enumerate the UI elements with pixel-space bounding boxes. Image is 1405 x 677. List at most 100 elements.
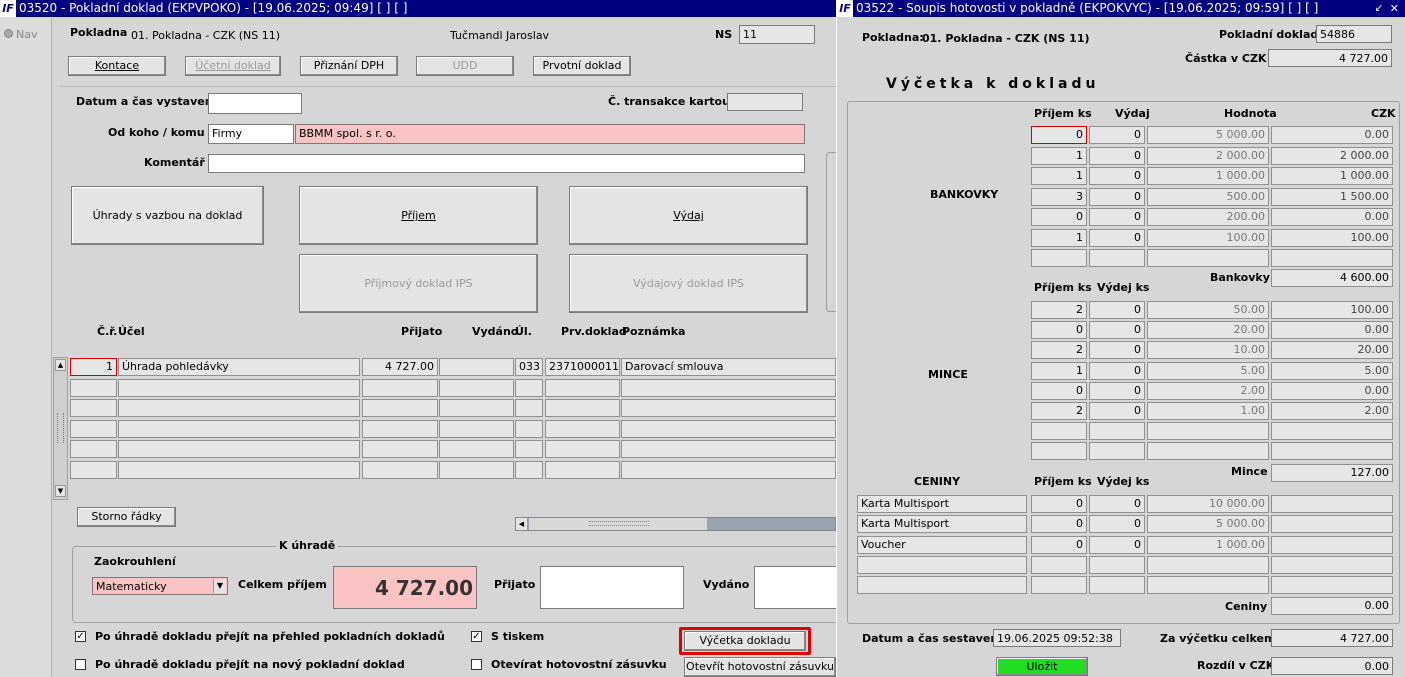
mince-vydaj-cell[interactable] <box>1089 442 1145 461</box>
table-cell[interactable] <box>515 419 543 438</box>
table-cell[interactable] <box>70 399 117 418</box>
datum-sestaveni-field[interactable]: 19.06.2025 09:52:38 <box>993 629 1121 647</box>
bankovky-vydaj-cell[interactable]: 0 <box>1089 208 1145 226</box>
chk-prehled[interactable]: ✓ <box>75 631 86 642</box>
table-cell[interactable] <box>70 461 117 479</box>
ceniny-vydaj-cell[interactable]: 0 <box>1089 495 1145 513</box>
prijmovy-ips-button[interactable]: Příjmový doklad IPS <box>299 254 538 313</box>
bankovky-vydaj-cell[interactable]: 0 <box>1089 146 1145 165</box>
table-cell[interactable] <box>362 378 438 397</box>
table-cell-poznamka[interactable]: Darovací smlouva <box>621 358 836 376</box>
od-koho-type-field[interactable]: Firmy <box>208 124 294 144</box>
table-cell[interactable] <box>621 399 836 418</box>
kontace-button[interactable]: Kontace <box>68 56 166 76</box>
bankovky-prijem-cell[interactable]: 1 <box>1031 146 1087 165</box>
scroll-up-icon[interactable]: ▲ <box>55 359 66 371</box>
table-cell-prijato[interactable]: 4 727.00 <box>362 358 438 376</box>
close-icon[interactable]: ✕ <box>1390 0 1399 17</box>
scroll-left-icon[interactable]: ◀ <box>516 518 528 530</box>
vydajovy-ips-button[interactable]: Výdajový doklad IPS <box>569 254 808 313</box>
table-cell-vydano[interactable] <box>439 358 514 376</box>
table-cell[interactable] <box>362 440 438 459</box>
table-cell-cr[interactable]: 1 <box>70 358 117 376</box>
ceniny-prijem-cell[interactable]: 0 <box>1031 495 1087 513</box>
ceniny-vydaj-cell[interactable]: 0 <box>1089 515 1145 534</box>
table-cell[interactable] <box>439 378 514 397</box>
table-cell[interactable] <box>362 419 438 438</box>
prijem-button[interactable]: Příjem <box>299 186 538 245</box>
mince-vydaj-cell[interactable]: 0 <box>1089 361 1145 380</box>
zaokrouhleni-select[interactable]: Matematicky ▼ <box>92 577 228 595</box>
rozdil-field[interactable]: 0.00 <box>1271 657 1393 675</box>
table-cell[interactable] <box>439 419 514 438</box>
nav-radio-icon[interactable] <box>4 29 13 38</box>
prvotni-doklad-button[interactable]: Prvotní doklad <box>533 56 631 76</box>
priznani-dph-button[interactable]: Přiznání DPH <box>300 56 398 76</box>
table-cell[interactable] <box>545 419 620 438</box>
mince-vydaj-cell[interactable]: 0 <box>1089 402 1145 420</box>
table-cell[interactable] <box>621 440 836 459</box>
scroll-grip-icon[interactable] <box>57 413 64 443</box>
mince-prijem-cell[interactable] <box>1031 442 1087 461</box>
table-cell[interactable] <box>621 378 836 397</box>
vydaj-button[interactable]: Výdaj <box>569 186 808 245</box>
table-cell[interactable] <box>70 440 117 459</box>
ceniny-vydaj-cell[interactable]: 0 <box>1089 535 1145 554</box>
ceniny-prijem-cell[interactable]: 0 <box>1031 535 1087 554</box>
table-cell[interactable] <box>118 399 360 418</box>
mince-prijem-cell[interactable] <box>1031 422 1087 441</box>
mince-vydaj-cell[interactable]: 0 <box>1089 381 1145 400</box>
ceniny-prijem-cell[interactable]: 0 <box>1031 515 1087 534</box>
table-cell[interactable] <box>118 440 360 459</box>
mince-prijem-cell[interactable]: 2 <box>1031 301 1087 319</box>
ceniny-vydaj-cell[interactable] <box>1089 555 1145 574</box>
table-cell-ucel[interactable]: Úhrada pohledávky <box>118 358 360 376</box>
table-cell[interactable] <box>545 399 620 418</box>
ceniny-prijem-cell[interactable] <box>1031 555 1087 574</box>
mince-vydaj-cell[interactable] <box>1089 422 1145 441</box>
nav-label[interactable]: Nav <box>16 28 37 41</box>
minimize-icon[interactable]: ↙ <box>1375 0 1383 17</box>
ulozit-button[interactable]: Uložit <box>996 657 1088 676</box>
bankovky-prijem-cell[interactable]: 1 <box>1031 167 1087 185</box>
bankovky-vydaj-cell[interactable]: 0 <box>1089 126 1145 144</box>
right-window-titlebar[interactable]: IF 03522 - Soupis hotovosti v pokladně (E… <box>837 0 1405 17</box>
uhrady-button[interactable]: Úhrady s vazbou na doklad <box>71 186 264 245</box>
scroll-down-icon[interactable]: ▼ <box>55 485 66 497</box>
table-hscrollbar[interactable]: ◀ <box>515 517 836 531</box>
bankovky-vydaj-cell[interactable]: 0 <box>1089 187 1145 206</box>
castka-field[interactable]: 4 727.00 <box>1268 49 1392 67</box>
pokladni-doklad-field[interactable]: 54886 <box>1316 25 1392 43</box>
table-cell[interactable] <box>545 440 620 459</box>
table-cell[interactable] <box>118 461 360 479</box>
mince-vydaj-cell[interactable]: 0 <box>1089 321 1145 340</box>
mince-prijem-cell[interactable]: 2 <box>1031 341 1087 360</box>
table-cell[interactable] <box>118 419 360 438</box>
prijato-field[interactable] <box>540 566 684 609</box>
table-cell[interactable] <box>621 419 836 438</box>
chk-novy[interactable] <box>75 659 86 670</box>
storno-button[interactable]: Storno řádky <box>77 507 176 527</box>
chk-zasuvka[interactable] <box>471 659 482 670</box>
table-cell[interactable] <box>439 461 514 479</box>
table-cell[interactable] <box>545 461 620 479</box>
mince-prijem-cell[interactable]: 1 <box>1031 361 1087 380</box>
mince-vydaj-cell[interactable]: 0 <box>1089 341 1145 360</box>
table-cell[interactable] <box>545 378 620 397</box>
table-cell[interactable] <box>118 378 360 397</box>
otevrit-zasuvku-button[interactable]: Otevřít hotovostní zásuvku <box>684 657 836 677</box>
komentar-field[interactable] <box>208 154 805 173</box>
bankovky-prijem-cell[interactable]: 1 <box>1031 228 1087 247</box>
mince-prijem-cell[interactable]: 0 <box>1031 321 1087 340</box>
ceniny-nazev-cell[interactable] <box>857 576 1027 595</box>
chevron-down-icon[interactable]: ▼ <box>213 579 226 593</box>
bankovky-vydaj-cell[interactable]: 0 <box>1089 167 1145 185</box>
bankovky-vydaj-cell[interactable]: 0 <box>1089 228 1145 247</box>
bankovky-prijem-cell[interactable] <box>1031 249 1087 267</box>
bankovky-prijem-cell[interactable]: 0 <box>1031 208 1087 226</box>
table-cell[interactable] <box>439 399 514 418</box>
mince-prijem-cell[interactable]: 2 <box>1031 402 1087 420</box>
table-cell-prv[interactable]: 2371000011 <box>545 358 620 376</box>
od-koho-field[interactable]: BBMM spol. s r. o. <box>295 124 805 144</box>
ns-field[interactable]: 11 <box>739 25 815 44</box>
